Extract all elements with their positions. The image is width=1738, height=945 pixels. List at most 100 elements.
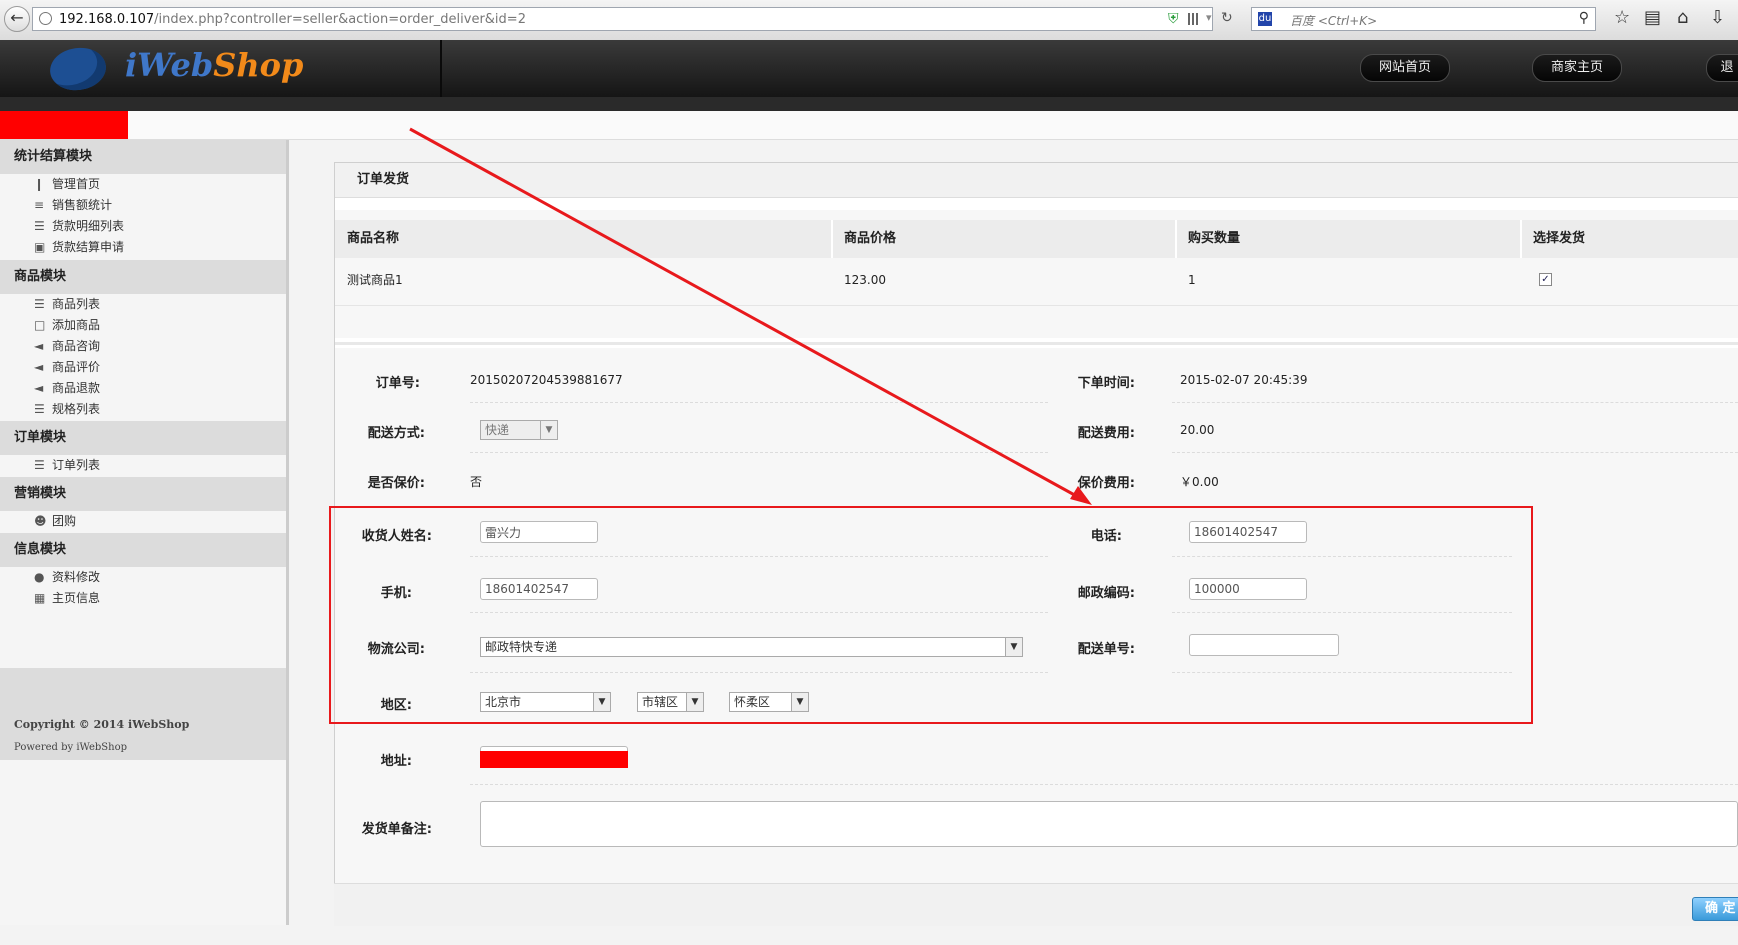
insured-label: 是否保价: bbox=[367, 476, 425, 491]
bars-icon: ≡ bbox=[34, 198, 45, 212]
chevron-down-icon: ▼ bbox=[540, 421, 557, 439]
user-icon: ● bbox=[34, 570, 45, 584]
sidebar-item-homepage-info[interactable]: ▦ 主页信息 bbox=[34, 588, 100, 608]
sidebar-item-consult[interactable]: ◄ 商品咨询 bbox=[34, 336, 100, 356]
goods-price-cell: 123.00 bbox=[844, 273, 886, 287]
notice-bar bbox=[0, 111, 1738, 140]
search-input[interactable]: du 百度 <Ctrl+K> ⚲ bbox=[1251, 7, 1596, 31]
waybill-label: 配送单号: bbox=[1077, 642, 1135, 657]
chevron-down-icon: ▼ bbox=[791, 693, 808, 711]
site-header: iWebShop 网站首页 商家主页 退 bbox=[0, 40, 1738, 97]
search-placeholder: 百度 <Ctrl+K> bbox=[1290, 14, 1378, 28]
province-select[interactable]: 北京市 ▼ bbox=[480, 692, 611, 712]
delivery-fee-label: 配送费用: bbox=[1077, 426, 1135, 441]
remark-label: 发货单备注: bbox=[361, 822, 432, 837]
sidebar-footer: Copyright © 2014 iWebShop Powered by iWe… bbox=[0, 668, 286, 760]
city-select[interactable]: 市辖区 ▼ bbox=[637, 692, 704, 712]
sidebar-group-marketing[interactable]: 营销模块 bbox=[0, 477, 286, 511]
section-divider bbox=[335, 342, 1738, 345]
district-select[interactable]: 怀柔区 ▼ bbox=[729, 692, 809, 712]
confirm-button[interactable]: 确 定 bbox=[1692, 897, 1738, 921]
row-divider bbox=[335, 305, 1738, 306]
order-no-value: 20150207204539881677 bbox=[470, 373, 623, 387]
field-divider bbox=[1172, 556, 1512, 557]
address-bar[interactable]: 192.168.0.107/index.php?controller=selle… bbox=[32, 7, 1233, 31]
logo-icon bbox=[47, 44, 109, 94]
bookmark-icon: ❙ bbox=[34, 177, 45, 191]
select-deliver-checkbox[interactable]: ✓ bbox=[1539, 273, 1552, 286]
star-icon[interactable]: ☆ bbox=[1614, 8, 1630, 28]
field-divider bbox=[1172, 612, 1512, 613]
chevron-down-icon: ▼ bbox=[686, 693, 703, 711]
insured-value: 否 bbox=[470, 475, 483, 489]
list-icon: ☰ bbox=[34, 219, 45, 233]
sidebar-item-settlement[interactable]: ▣ 货款结算申请 bbox=[34, 237, 124, 257]
page-title: 订单发货 bbox=[335, 162, 1738, 198]
mobile-input[interactable] bbox=[480, 578, 598, 600]
dropdown-icon[interactable]: ▾ bbox=[1206, 11, 1212, 24]
back-icon[interactable]: ← bbox=[4, 6, 30, 32]
sidebar-group-orders[interactable]: 订单模块 bbox=[0, 421, 286, 455]
zip-label: 邮政编码: bbox=[1077, 586, 1135, 601]
sidebar-item-sales-stats[interactable]: ≡ 销售额统计 bbox=[34, 195, 112, 215]
field-divider bbox=[470, 556, 1048, 557]
column-divider bbox=[1520, 220, 1522, 258]
speaker-icon: ◄ bbox=[34, 381, 44, 395]
field-divider bbox=[1172, 672, 1512, 673]
search-icon[interactable]: ⚲ bbox=[1579, 10, 1589, 26]
sidebar-group-stats[interactable]: 统计结算模块 bbox=[0, 140, 286, 174]
logout-button[interactable]: 退 bbox=[1706, 54, 1738, 82]
receiver-label: 收货人姓名: bbox=[361, 529, 432, 544]
speaker-icon: ◄ bbox=[34, 360, 44, 374]
delivery-select[interactable]: 快递 ▼ bbox=[480, 420, 558, 440]
goods-qty-cell: 1 bbox=[1188, 273, 1196, 287]
sidebar-item-add-goods[interactable]: □ 添加商品 bbox=[34, 315, 100, 335]
field-divider bbox=[470, 672, 1048, 673]
sidebar-item-payment-list[interactable]: ☰ 货款明细列表 bbox=[34, 216, 124, 236]
column-divider bbox=[831, 220, 833, 258]
column-divider bbox=[1175, 220, 1177, 258]
field-divider bbox=[470, 452, 1048, 453]
phone-input[interactable] bbox=[1189, 521, 1307, 543]
form-footer bbox=[334, 883, 1738, 926]
powered-by-text: Powered by iWebShop bbox=[14, 742, 128, 753]
receiver-input[interactable] bbox=[480, 521, 598, 543]
region-label: 地区: bbox=[380, 698, 412, 713]
sidebar-group-goods[interactable]: 商品模块 bbox=[0, 260, 286, 294]
home-icon[interactable]: ⌂ bbox=[1677, 8, 1688, 28]
sidebar-item-goods-list[interactable]: ☰ 商品列表 bbox=[34, 294, 100, 314]
sidebar-item-profile[interactable]: ● 资料修改 bbox=[34, 567, 100, 587]
list-icon: ☰ bbox=[34, 458, 45, 472]
sidebar-item-dashboard[interactable]: ❙ 管理首页 bbox=[34, 174, 100, 194]
reload-icon[interactable]: ↻ bbox=[1221, 10, 1233, 26]
column-header-select: 选择发货 bbox=[1533, 231, 1586, 246]
mobile-label: 手机: bbox=[380, 586, 412, 601]
download-icon[interactable]: ⇩ bbox=[1710, 8, 1725, 28]
sidebar-item-refund[interactable]: ◄ 商品退款 bbox=[34, 378, 100, 398]
goods-table: 商品名称 商品价格 购买数量 选择发货 测试商品1 123.00 1 ✓ bbox=[335, 210, 1738, 338]
redaction-block bbox=[0, 111, 128, 139]
shield-icon[interactable]: ⛨ bbox=[1168, 11, 1179, 27]
reading-list-icon[interactable]: ▤ bbox=[1644, 8, 1661, 28]
qr-code-icon[interactable] bbox=[1188, 13, 1200, 25]
list-icon: ☰ bbox=[34, 402, 45, 416]
site-home-button[interactable]: 网站首页 bbox=[1360, 54, 1450, 82]
sidebar-item-spec-list[interactable]: ☰ 规格列表 bbox=[34, 399, 100, 419]
insure-fee-value: ￥0.00 bbox=[1180, 475, 1219, 489]
remark-textarea[interactable] bbox=[480, 801, 1738, 847]
speaker-icon: ◄ bbox=[34, 339, 44, 353]
sidebar-item-group-buy[interactable]: ☻ 团购 bbox=[34, 511, 76, 531]
briefcase-icon: ▣ bbox=[34, 240, 46, 254]
goods-name-cell: 测试商品1 bbox=[347, 273, 403, 287]
address-redaction bbox=[480, 751, 628, 768]
sidebar-item-order-list[interactable]: ☰ 订单列表 bbox=[34, 455, 100, 475]
table-header-row bbox=[335, 220, 1738, 258]
waybill-input[interactable] bbox=[1189, 634, 1339, 656]
zip-input[interactable] bbox=[1189, 578, 1307, 600]
baidu-icon: du bbox=[1258, 12, 1272, 26]
logistics-select[interactable]: 邮政特快专递 ▼ bbox=[480, 637, 1023, 657]
sidebar-group-info[interactable]: 信息模块 bbox=[0, 533, 286, 567]
logo-text[interactable]: iWebShop bbox=[125, 46, 303, 84]
seller-home-button[interactable]: 商家主页 bbox=[1532, 54, 1622, 82]
sidebar-item-review[interactable]: ◄ 商品评价 bbox=[34, 357, 100, 377]
